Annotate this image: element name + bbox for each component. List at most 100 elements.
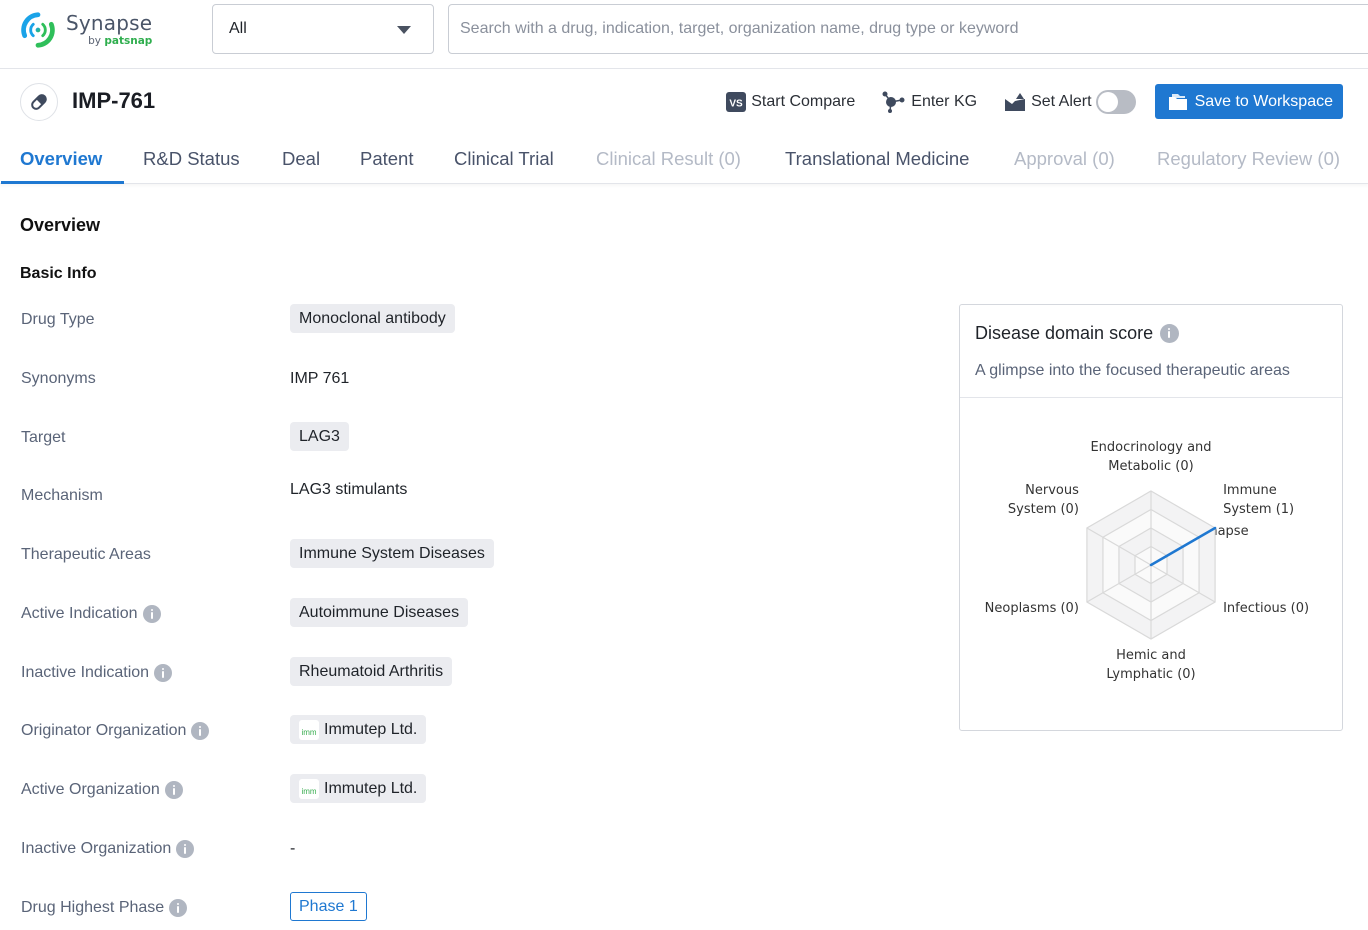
- field-label: Inactive Indication: [21, 664, 173, 682]
- inactive-org-value: -: [290, 840, 296, 857]
- field-label-text: Active Indication: [21, 605, 138, 622]
- alert-toggle[interactable]: [1095, 89, 1136, 114]
- svg-text:VS: VS: [730, 98, 744, 109]
- logo-by: by patsnap: [66, 36, 152, 47]
- field-label: Originator Organization: [21, 722, 210, 740]
- synonyms-value: IMP 761: [290, 370, 350, 387]
- enter-kg-button[interactable]: Enter KG: [882, 91, 977, 113]
- tab-approval[interactable]: Approval (0): [1014, 148, 1115, 170]
- compare-icon: VS: [726, 91, 747, 112]
- info-icon[interactable]: [176, 840, 195, 858]
- basic-info-heading: Basic Info: [20, 265, 97, 282]
- field-label: Active Indication: [21, 605, 161, 623]
- tab-regulatory-review[interactable]: Regulatory Review (0): [1157, 148, 1340, 170]
- radar-axis-label-line: Endocrinology and: [1090, 440, 1211, 455]
- originator-org-tag[interactable]: imm Immutep Ltd.: [290, 715, 427, 744]
- field-therapeutic-areas: Therapeutic Areas Immune System Diseases: [21, 539, 921, 571]
- active-indication-tag[interactable]: Autoimmune Diseases: [290, 598, 469, 627]
- inactive-indication-tag[interactable]: Rheumatoid Arthritis: [290, 657, 453, 686]
- card-title: Disease domain score: [975, 323, 1180, 344]
- logo-brand: patsnap: [104, 35, 153, 48]
- search-box[interactable]: [448, 4, 1368, 54]
- folder-icon: [1168, 93, 1187, 110]
- radar-axis-label: Hemic and Lymphatic (0): [1106, 648, 1195, 682]
- info-icon[interactable]: [169, 899, 188, 917]
- radar-axis-label-line: System (0): [1008, 502, 1079, 517]
- radar-axis-label-line: Nervous: [1025, 483, 1079, 498]
- tab-clinical-trial[interactable]: Clinical Trial: [454, 148, 554, 170]
- pill-icon: [31, 94, 47, 110]
- save-to-workspace-button[interactable]: Save to Workspace: [1154, 84, 1343, 119]
- info-icon[interactable]: [142, 605, 161, 623]
- set-alert-control[interactable]: Set Alert: [1004, 89, 1136, 114]
- mechanism-value: LAG3 stimulants: [290, 481, 408, 498]
- search-scope-select[interactable]: All: [212, 4, 434, 54]
- org-logo-icon: imm: [299, 719, 319, 740]
- field-synonyms: Synonyms IMP 761: [21, 363, 921, 395]
- field-mechanism: Mechanism LAG3 stimulants: [21, 480, 921, 512]
- info-icon[interactable]: [1160, 324, 1180, 343]
- field-active-indication: Active Indication Autoimmune Diseases: [21, 598, 921, 630]
- field-label: Drug Highest Phase: [21, 899, 188, 917]
- tab-patent[interactable]: Patent: [360, 148, 414, 170]
- start-compare-button[interactable]: VS Start Compare: [726, 91, 855, 112]
- field-label: Therapeutic Areas: [21, 546, 151, 564]
- synapse-logo-icon: [21, 12, 55, 48]
- radar-axis-label: Neoplasms (0): [985, 601, 1079, 616]
- field-label: Target: [21, 429, 65, 447]
- field-label-text: Synonyms: [21, 370, 96, 387]
- radar-axis-label-line: System (1): [1223, 502, 1294, 517]
- alert-icon: [1004, 92, 1026, 112]
- field-label-text: Inactive Organization: [21, 840, 172, 857]
- info-icon[interactable]: [154, 664, 173, 682]
- enter-kg-label: Enter KG: [911, 92, 978, 110]
- caret-down-icon: [397, 26, 411, 34]
- info-icon[interactable]: [191, 722, 210, 740]
- org-name: Immutep Ltd.: [324, 779, 418, 797]
- radar-axis-label: Nervous System (0): [1008, 483, 1079, 517]
- radar-axis-label-line: Metabolic (0): [1108, 459, 1193, 474]
- info-icon[interactable]: [164, 781, 183, 799]
- field-label-text: Drug Type: [21, 311, 95, 328]
- field-label-text: Target: [21, 429, 66, 446]
- tab-deal[interactable]: Deal: [282, 148, 320, 170]
- radar-axis-label-line: Hemic and: [1116, 648, 1186, 663]
- logo-by-text: by: [88, 35, 101, 48]
- field-drug-highest-phase: Drug Highest Phase Phase 1: [21, 892, 921, 924]
- disease-radar-chart: SynapseEndocrinology and Metabolic (0)Imm…: [985, 440, 1309, 682]
- overview-heading: Overview: [20, 215, 101, 235]
- field-label-text: Mechanism: [21, 487, 103, 504]
- radar-axis-label-line: Lymphatic (0): [1106, 667, 1195, 682]
- tab-clinical-result[interactable]: Clinical Result (0): [596, 148, 741, 170]
- field-label-text: Active Organization: [21, 781, 160, 798]
- therapeutic-area-tag[interactable]: Immune System Diseases: [290, 539, 494, 568]
- drug-title: IMP-761: [72, 88, 156, 113]
- field-label: Inactive Organization: [21, 840, 195, 858]
- field-originator-organization: Originator Organization imm Immutep Ltd.: [21, 715, 921, 747]
- field-label: Drug Type: [21, 311, 95, 329]
- radar-axis-label-line: Immune: [1223, 483, 1277, 498]
- radar-axis-label: Endocrinology and Metabolic (0): [1090, 440, 1211, 474]
- active-org-tag[interactable]: imm Immutep Ltd.: [290, 774, 427, 803]
- field-label: Active Organization: [21, 781, 183, 799]
- field-label: Synonyms: [21, 370, 96, 388]
- phase-badge[interactable]: Phase 1: [290, 892, 367, 921]
- tab-translational-medicine[interactable]: Translational Medicine: [785, 148, 969, 170]
- field-label-text: Originator Organization: [21, 722, 187, 739]
- field-inactive-indication: Inactive Indication Rheumatoid Arthritis: [21, 657, 921, 689]
- set-alert-label: Set Alert: [1031, 92, 1092, 110]
- tab-overview[interactable]: Overview: [20, 148, 102, 170]
- drug-avatar: [20, 83, 58, 121]
- disease-domain-card: Disease domain score A glimpse into the …: [959, 304, 1343, 731]
- radar-axis-label-line: Neoplasms (0): [985, 601, 1079, 616]
- synapse-logo[interactable]: Synapse by patsnap: [19, 11, 152, 49]
- field-label-text: Inactive Indication: [21, 664, 150, 681]
- field-target: Target LAG3: [21, 422, 921, 454]
- field-label: Mechanism: [21, 487, 103, 505]
- drug-type-tag[interactable]: Monoclonal antibody: [290, 304, 455, 333]
- save-label: Save to Workspace: [1194, 92, 1333, 110]
- target-tag[interactable]: LAG3: [290, 422, 349, 451]
- tab-rd-status[interactable]: R&D Status: [143, 148, 240, 170]
- radar-axis-label-line: Infectious (0): [1223, 601, 1309, 616]
- search-input[interactable]: [460, 20, 1368, 38]
